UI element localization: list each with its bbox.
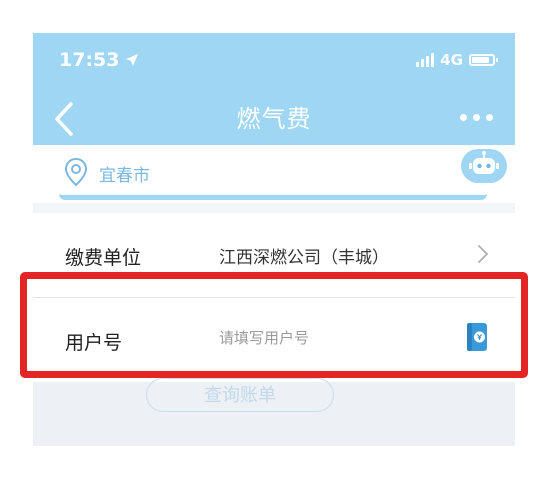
query-bill-button[interactable]: 查询账单 [146, 378, 334, 412]
section-divider [33, 203, 515, 213]
signal-icon [416, 53, 435, 67]
status-time: 17:53 [59, 49, 139, 71]
location-arrow-icon [126, 54, 139, 66]
map-pin-icon [64, 157, 88, 187]
app-header: 17:53 4G 燃气费 [33, 33, 515, 145]
location-bar: 宜春市 [33, 145, 515, 203]
city-name: 宜春市 [99, 166, 150, 186]
more-button[interactable] [460, 114, 493, 121]
assistant-button[interactable] [461, 149, 507, 183]
battery-icon [469, 54, 498, 66]
city-selector[interactable]: 宜春市 [59, 145, 507, 200]
network-type: 4G [440, 51, 463, 69]
highlight-box [20, 272, 528, 378]
more-dot [486, 114, 493, 121]
more-dot [473, 114, 480, 121]
status-indicators: 4G [416, 51, 498, 69]
page-title: 燃气费 [236, 105, 312, 133]
chevron-right-icon [478, 245, 489, 263]
more-dot [460, 114, 467, 121]
robot-icon [469, 151, 499, 174]
pay-unit-label: 缴费单位 [65, 247, 142, 269]
pay-unit-value: 江西深燃公司（丰城） [219, 248, 389, 268]
